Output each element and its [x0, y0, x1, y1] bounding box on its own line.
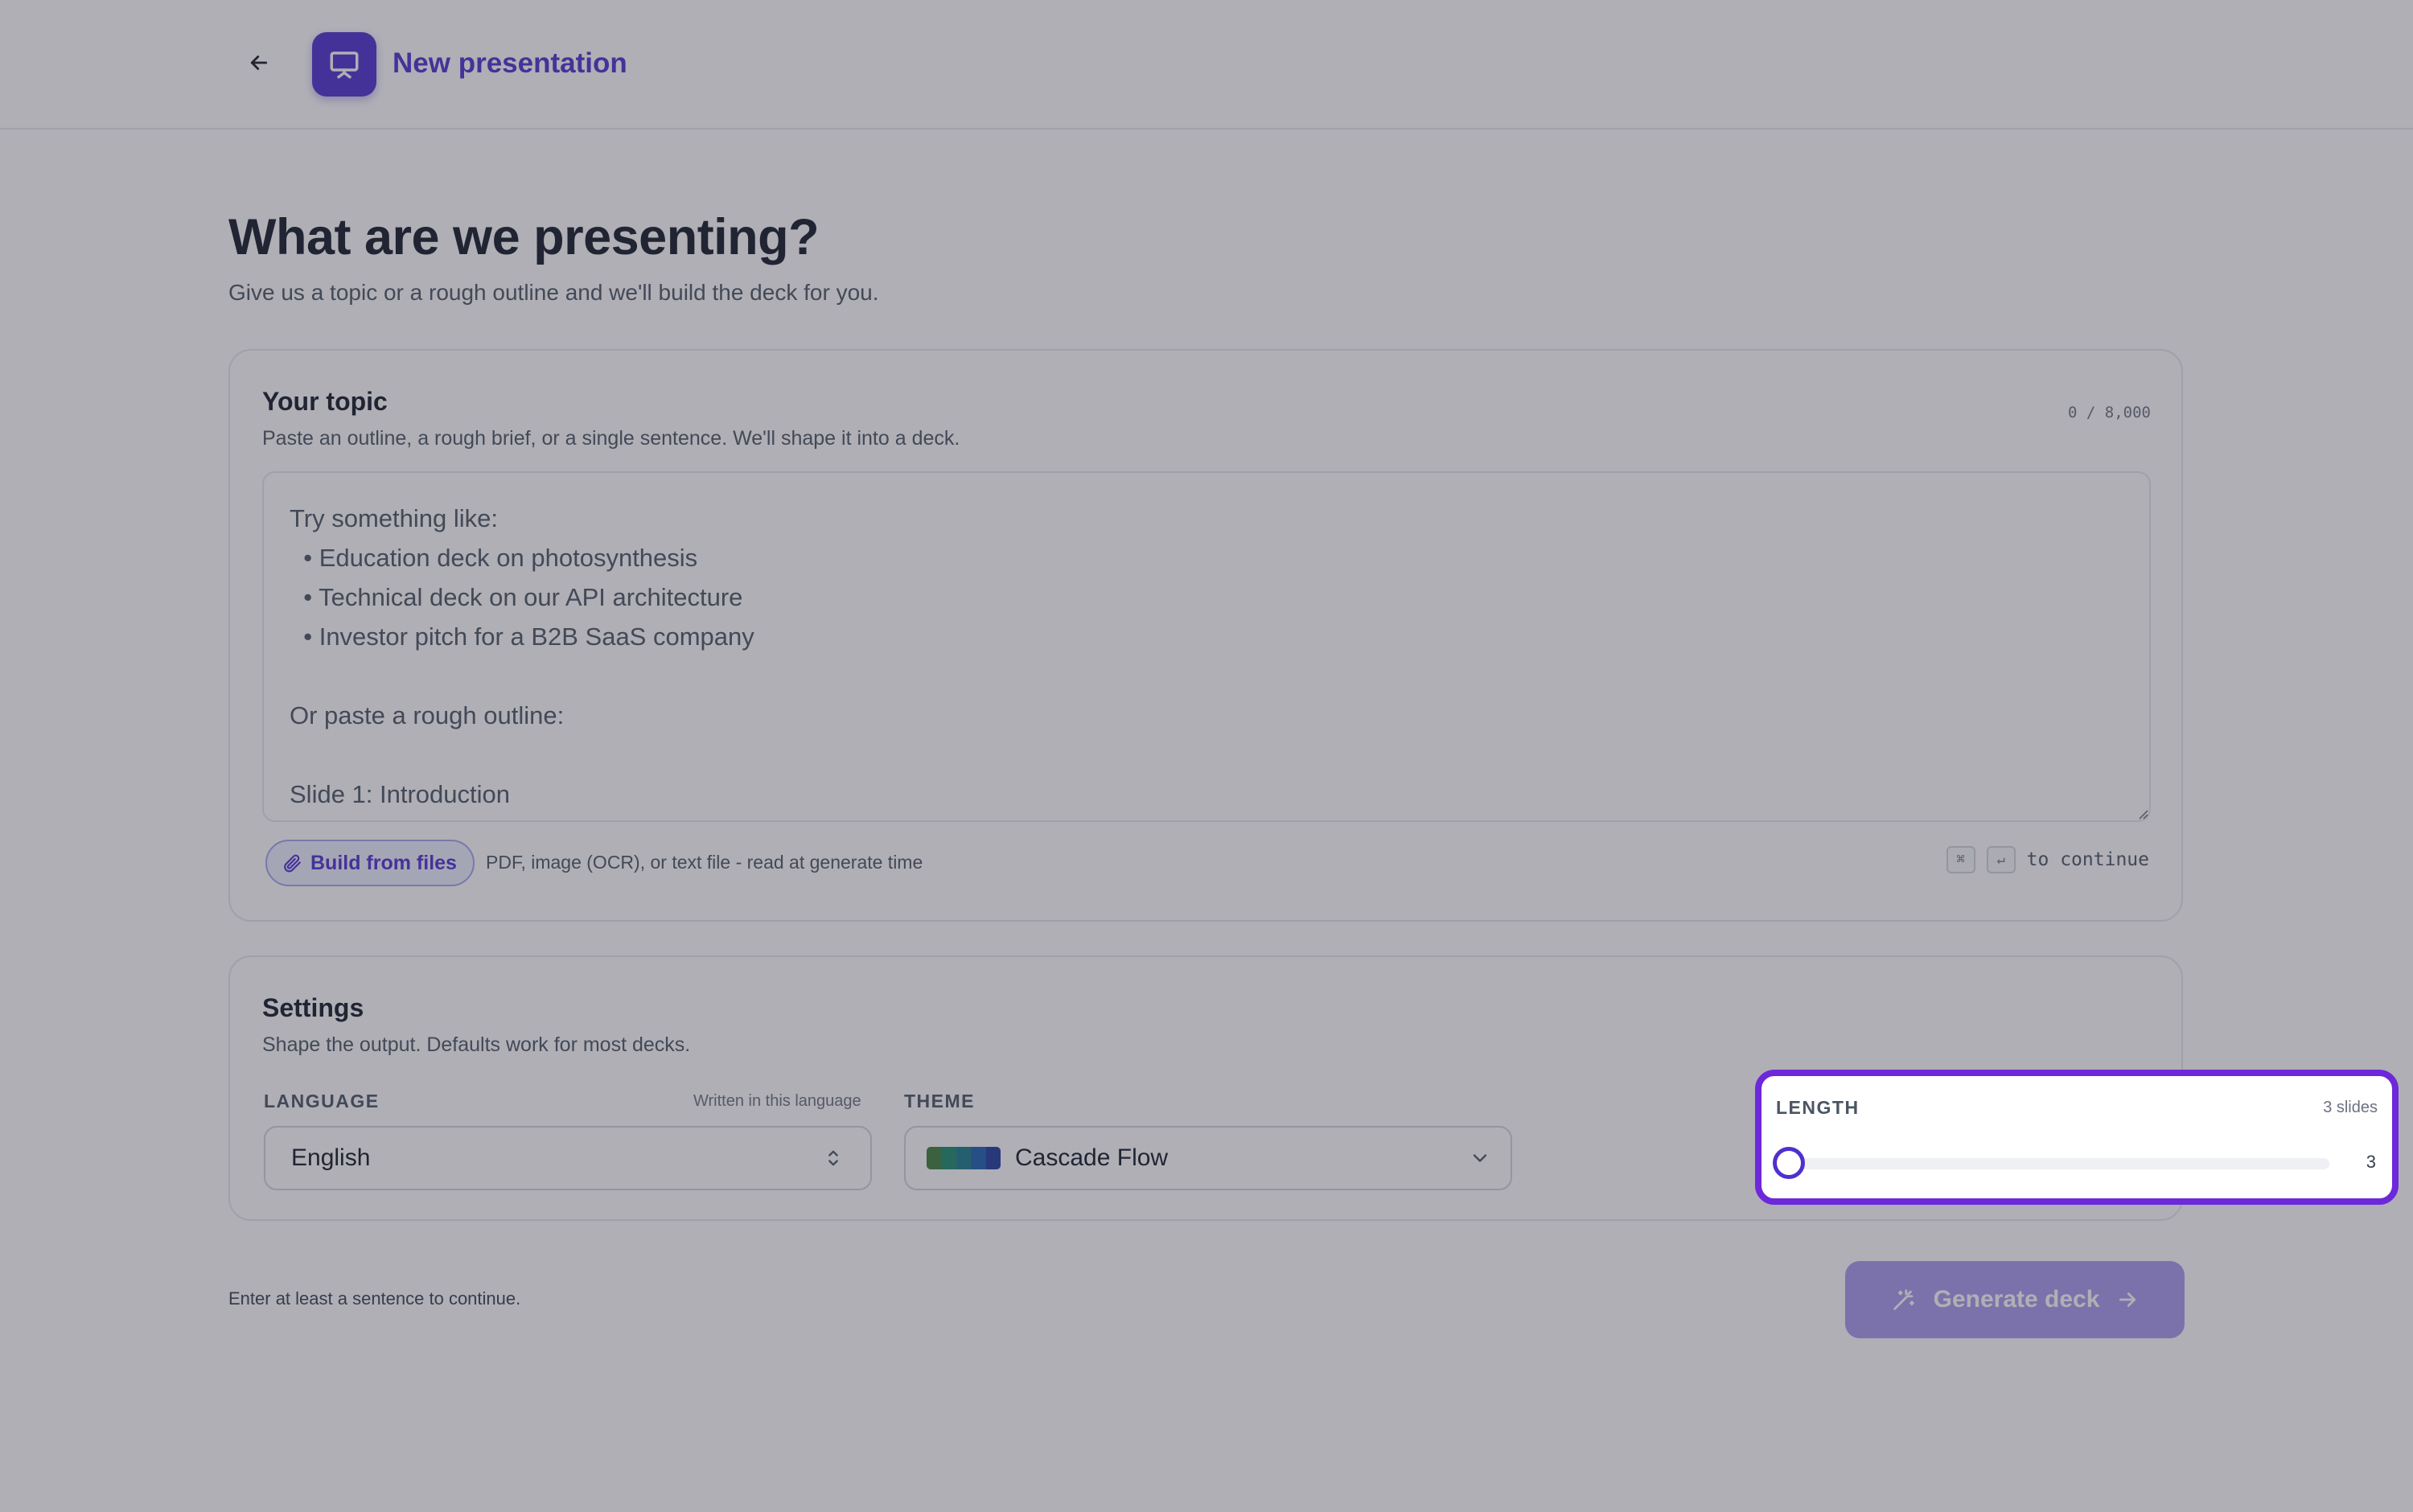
back-button[interactable]: [238, 42, 280, 84]
topic-heading: Your topic: [262, 387, 388, 416]
theme-value: Cascade Flow: [1015, 1144, 1169, 1171]
length-slider-track[interactable]: [1790, 1158, 2329, 1169]
swatch-color-3: [956, 1147, 972, 1169]
page-title: What are we presenting?: [228, 209, 820, 265]
validation-message: Enter at least a sentence to continue.: [228, 1288, 521, 1309]
generate-deck-button[interactable]: Generate deck: [1845, 1261, 2185, 1338]
swatch-color-5: [985, 1147, 1001, 1169]
arrow-left-icon: [250, 55, 268, 70]
character-count: 0 / 8,000: [2068, 404, 2151, 421]
theme-swatch: [927, 1147, 1001, 1169]
language-value: English: [291, 1144, 371, 1171]
length-hint: 3 slides: [2323, 1099, 2378, 1116]
files-hint: PDF, image (OCR), or text file - read at…: [486, 852, 923, 873]
swatch-color-1: [927, 1147, 942, 1169]
length-slider-thumb[interactable]: [1773, 1147, 1805, 1179]
paperclip-icon: [284, 854, 301, 873]
topic-card: Your topic Paste an outline, a rough bri…: [228, 349, 2183, 922]
page: New presentation What are we presenting?…: [0, 0, 2413, 1512]
command-key: ⌘: [1946, 846, 1975, 873]
build-from-files-label: Build from files: [310, 851, 457, 874]
chevron-up-down-icon: [828, 1150, 838, 1166]
generate-deck-label: Generate deck: [1933, 1286, 2100, 1313]
app-title: New presentation: [393, 47, 627, 79]
presentation-icon: [330, 51, 359, 79]
magic-wand-icon: [1893, 1289, 1914, 1310]
topic-input[interactable]: [262, 471, 2151, 822]
app-logo: [312, 32, 376, 97]
length-value: 3: [2366, 1152, 2376, 1172]
keyboard-shortcut: ⌘ ↵ to continue: [1946, 846, 2149, 873]
page-subtitle: Give us a topic or a rough outline and w…: [228, 280, 879, 305]
language-hint: Written in this language: [693, 1092, 861, 1110]
topic-description: Paste an outline, a rough brief, or a si…: [262, 427, 960, 450]
arrow-right-icon: [2119, 1292, 2136, 1307]
length-setting-panel: LENGTH 3 slides 3: [1755, 1070, 2399, 1205]
settings-description: Shape the output. Defaults work for most…: [262, 1033, 691, 1056]
language-label: LANGUAGE: [264, 1091, 380, 1111]
shortcut-text: to continue: [2026, 849, 2149, 870]
top-bar: New presentation: [0, 0, 2413, 129]
length-label: LENGTH: [1776, 1097, 1860, 1118]
build-from-files-button[interactable]: Build from files: [265, 840, 475, 886]
swatch-color-4: [971, 1147, 986, 1169]
theme-select[interactable]: Cascade Flow: [904, 1126, 1512, 1190]
swatch-color-2: [941, 1147, 956, 1169]
chevron-down-icon: [1473, 1154, 1487, 1162]
language-select[interactable]: English: [264, 1126, 872, 1190]
theme-label: THEME: [904, 1091, 975, 1111]
enter-key: ↵: [1986, 846, 2016, 873]
settings-heading: Settings: [262, 993, 364, 1022]
